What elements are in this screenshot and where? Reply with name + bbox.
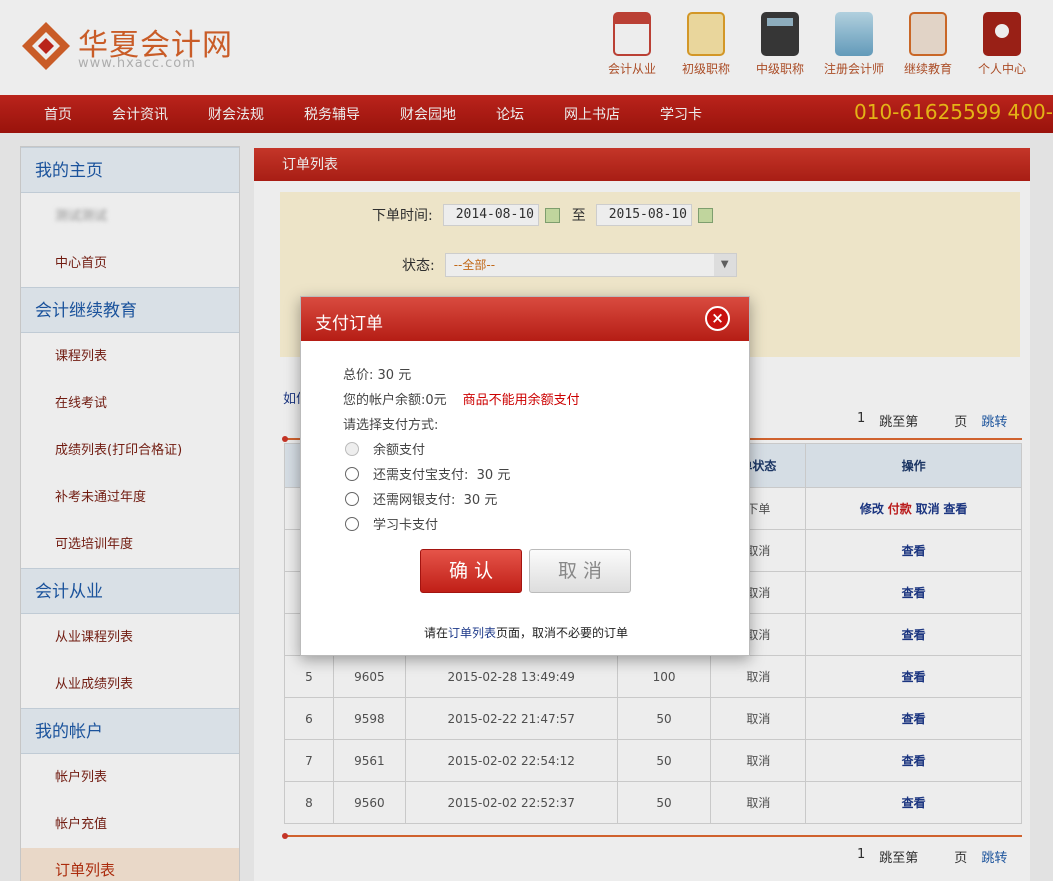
balance-value: 0元 <box>425 393 447 408</box>
dialog-title: 支付订单 <box>315 314 383 334</box>
pay-order-dialog: 支付订单 × 总价: 30 元 您的帐户余额:0元 商品不能用余额支付 请选择支付… <box>300 296 750 656</box>
dialog-body: 总价: 30 元 您的帐户余额:0元 商品不能用余额支付 请选择支付方式: 余额支… <box>343 363 580 538</box>
dialog-footer-note: 请在订单列表页面，取消不必要的订单 <box>423 626 629 640</box>
option-netbank[interactable]: 还需网银支付: 30 元 <box>343 488 580 513</box>
total-line: 总价: 30 元 <box>343 368 412 383</box>
option-alipay[interactable]: 还需支付宝支付: 30 元 <box>343 463 580 488</box>
balance-radio <box>345 442 359 456</box>
total-value: 30 元 <box>377 368 412 383</box>
order-list-link[interactable]: 订单列表 <box>448 626 496 640</box>
netbank-radio[interactable] <box>345 492 359 506</box>
cancel-button[interactable]: 取 消 <box>529 549 631 593</box>
confirm-button[interactable]: 确 认 <box>420 549 522 593</box>
option-balance: 余额支付 <box>343 438 580 463</box>
study-card-radio[interactable] <box>345 517 359 531</box>
close-icon[interactable]: × <box>705 306 730 331</box>
alipay-radio[interactable] <box>345 467 359 481</box>
option-study-card[interactable]: 学习卡支付 <box>343 513 580 538</box>
balance-warning: 商品不能用余额支付 <box>462 393 580 408</box>
dialog-header: 支付订单 × <box>301 297 749 341</box>
method-label: 请选择支付方式: <box>343 418 439 433</box>
balance-line: 您的帐户余额:0元 商品不能用余额支付 <box>343 393 580 408</box>
